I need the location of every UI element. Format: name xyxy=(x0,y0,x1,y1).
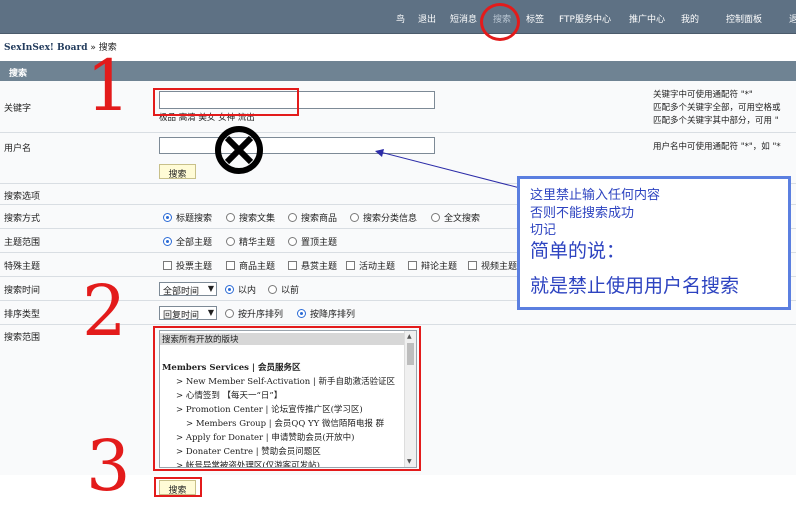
special-topic-debate[interactable]: 辩论主题 xyxy=(408,259,457,272)
prohibited-icon xyxy=(215,126,263,174)
search-mode-label: 搜索方式 xyxy=(4,214,41,224)
radio-icon[interactable] xyxy=(431,213,440,222)
checkbox-icon[interactable] xyxy=(346,261,355,270)
breadcrumb-board-link[interactable]: SexInSex! Board xyxy=(4,43,88,53)
annotation-circle-search xyxy=(480,3,520,41)
special-topic-video[interactable]: 视频主题 xyxy=(468,259,517,272)
annotation-box-scope xyxy=(153,326,421,471)
search-time-select[interactable]: 全部时间 ▼ xyxy=(159,282,217,297)
keyword-hint-1: 关键字中可使用通配符 "*" xyxy=(653,90,753,100)
search-scope-label: 搜索范围 xyxy=(4,333,41,343)
chevron-down-icon: ▼ xyxy=(207,284,214,293)
checkbox-icon[interactable] xyxy=(288,261,297,270)
search-mode-goods[interactable]: 搜索商品 xyxy=(288,211,337,224)
sort-ascending[interactable]: 按升序排列 xyxy=(225,307,283,320)
search-time-within[interactable]: 以内 xyxy=(225,283,256,296)
keyword-label: 关键字 xyxy=(4,104,32,114)
topic-scope-all[interactable]: 全部主题 xyxy=(163,235,212,248)
search-time-before[interactable]: 以前 xyxy=(268,283,299,296)
nav-logout[interactable]: 退出 xyxy=(418,12,436,25)
radio-icon[interactable] xyxy=(225,285,234,294)
radio-icon[interactable] xyxy=(163,237,172,246)
username-hint: 用户名中可使用通配符 "*"，如 "* xyxy=(653,142,781,152)
radio-icon[interactable] xyxy=(288,213,297,222)
radio-icon[interactable] xyxy=(225,309,234,318)
note-line-5: 就是禁止使用用户名搜索 xyxy=(530,275,740,297)
nav-bird[interactable]: 鸟 xyxy=(396,12,405,25)
search-time-label: 搜索时间 xyxy=(4,286,41,296)
chevron-down-icon: ▼ xyxy=(207,308,214,317)
sort-type-select[interactable]: 回复时间 ▼ xyxy=(159,306,217,321)
annotation-note-box: 这里禁止输入任何内容 否则不能搜索成功 切记 简单的说： 就是禁止使用用户名搜索 xyxy=(517,176,791,310)
checkbox-icon[interactable] xyxy=(468,261,477,270)
annotation-number-2: 2 xyxy=(82,270,127,352)
annotation-box-search-button xyxy=(154,477,202,497)
special-topics-label: 特殊主题 xyxy=(4,262,41,272)
nav-messages[interactable]: 短消息 xyxy=(450,12,477,25)
search-mode-category[interactable]: 搜索分类信息 xyxy=(350,211,417,224)
annotation-box-keyword xyxy=(153,88,299,116)
annotation-arrow xyxy=(375,149,521,189)
sort-type-label: 排序类型 xyxy=(4,310,41,320)
nav-my[interactable]: 我的 xyxy=(681,12,699,25)
annotation-number-3: 3 xyxy=(86,425,131,507)
nav-control-panel[interactable]: 控制面板 xyxy=(726,12,762,25)
special-topic-activity[interactable]: 活动主题 xyxy=(346,259,395,272)
special-topic-goods[interactable]: 商品主题 xyxy=(226,259,275,272)
radio-icon[interactable] xyxy=(288,237,297,246)
nav-tags[interactable]: 标签 xyxy=(526,12,544,25)
topic-scope-label: 主题范围 xyxy=(4,238,41,248)
checkbox-icon[interactable] xyxy=(163,261,172,270)
radio-icon[interactable] xyxy=(226,213,235,222)
search-mode-title[interactable]: 标题搜索 xyxy=(163,211,212,224)
special-topic-poll[interactable]: 投票主题 xyxy=(163,259,212,272)
radio-icon[interactable] xyxy=(297,309,306,318)
search-mode-collection[interactable]: 搜索文集 xyxy=(226,211,275,224)
special-topic-reward[interactable]: 悬赏主题 xyxy=(288,259,337,272)
checkbox-icon[interactable] xyxy=(408,261,417,270)
top-navigation-bar: 鸟 退出 短消息 搜索 标签 FTP服务中心 推广中心 我的 控制面板 退 xyxy=(0,0,796,34)
keyword-hint-2: 匹配多个关键字全部，可用空格或 xyxy=(653,103,781,113)
nav-promotion-center[interactable]: 推广中心 xyxy=(629,12,665,25)
radio-icon[interactable] xyxy=(226,237,235,246)
search-mode-fulltext[interactable]: 全文搜索 xyxy=(431,211,480,224)
keyword-hint-3: 匹配多个关键字其中部分，可用 " xyxy=(653,116,779,126)
topic-scope-sticky[interactable]: 置顶主题 xyxy=(288,235,337,248)
radio-icon[interactable] xyxy=(163,213,172,222)
nav-truncated[interactable]: 退 xyxy=(789,12,796,25)
search-options-label: 搜索选项 xyxy=(4,192,41,202)
note-line-4: 简单的说： xyxy=(530,240,626,262)
annotation-number-1: 1 xyxy=(86,45,131,127)
username-label: 用户名 xyxy=(4,144,32,154)
note-line-1: 这里禁止输入任何内容 xyxy=(530,188,661,203)
checkbox-icon[interactable] xyxy=(226,261,235,270)
radio-icon[interactable] xyxy=(350,213,359,222)
topic-scope-digest[interactable]: 精华主题 xyxy=(226,235,275,248)
search-button-top[interactable]: 搜索 xyxy=(159,164,196,180)
nav-ftp-center[interactable]: FTP服务中心 xyxy=(559,12,611,25)
radio-icon[interactable] xyxy=(268,285,277,294)
sort-descending[interactable]: 按降序排列 xyxy=(297,307,355,320)
